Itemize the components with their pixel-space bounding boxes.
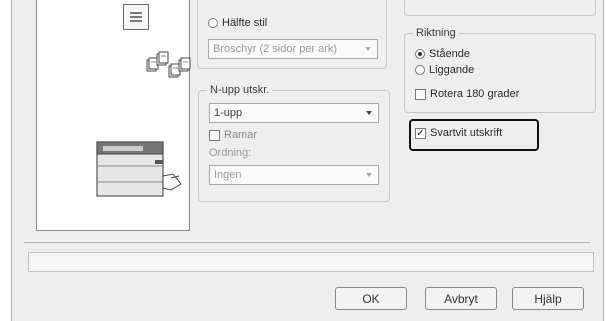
booklet-pages-icon (145, 48, 191, 85)
preview-panel (36, 0, 191, 231)
n-up-group: N-upp utskr. 1-upp Ramar Ordning: Ingen (198, 84, 390, 202)
chevron-down-icon (365, 47, 371, 51)
booklet-select-value: Broschyr (2 sidor per ark) (213, 43, 338, 55)
print-settings-window: Hälfte stil Broschyr (2 sidor per ark) N… (11, 0, 604, 321)
checkbox-box-icon (415, 88, 426, 100)
landscape-radio[interactable]: Liggande (415, 64, 474, 76)
portrait-label: Stående (429, 48, 470, 60)
radio-circle-icon (208, 18, 218, 28)
rotate-180-label: Rotera 180 grader (430, 88, 520, 100)
highlight-frame (409, 119, 539, 151)
borders-label: Ramar (224, 129, 258, 141)
n-up-group-label: N-upp utskr. (207, 84, 273, 96)
half-style-radio[interactable]: Hälfte stil (208, 17, 267, 29)
cancel-button-label: Avbryt (444, 291, 478, 306)
document-icon (123, 4, 149, 30)
printer-illustration (93, 136, 185, 205)
chevron-down-icon (366, 173, 372, 177)
half-style-label: Hälfte stil (222, 17, 268, 29)
orientation-group-label: Riktning (413, 27, 459, 39)
ok-button[interactable]: OK (335, 287, 407, 310)
order-select-value: Ingen (214, 169, 242, 181)
top-right-group (404, 0, 596, 16)
cancel-button[interactable]: Avbryt (425, 287, 497, 310)
landscape-label: Liggande (429, 64, 475, 76)
n-up-select-value: 1-upp (214, 107, 243, 119)
checkbox-box-icon (209, 129, 220, 141)
radio-selected-icon (415, 49, 425, 59)
portrait-radio[interactable]: Stående (415, 48, 470, 60)
booklet-select[interactable]: Broschyr (2 sidor per ark) (208, 39, 378, 59)
help-button[interactable]: Hjälp (512, 287, 584, 310)
order-select[interactable]: Ingen (209, 165, 379, 185)
orientation-group: Riktning Stående Liggande Rotera 180 gra… (404, 27, 596, 113)
booklet-group: Hälfte stil Broschyr (2 sidor per ark) (197, 0, 387, 69)
status-field (28, 252, 594, 272)
order-label: Ordning: (209, 147, 252, 159)
help-button-label: Hjälp (534, 291, 562, 306)
chevron-down-icon (366, 111, 372, 115)
n-up-select[interactable]: 1-upp (209, 103, 379, 123)
separator-line (24, 242, 590, 243)
rotate-180-checkbox[interactable]: Rotera 180 grader (415, 88, 519, 100)
ok-button-label: OK (362, 291, 380, 306)
radio-circle-icon (415, 65, 425, 75)
borders-checkbox[interactable]: Ramar (209, 129, 257, 141)
